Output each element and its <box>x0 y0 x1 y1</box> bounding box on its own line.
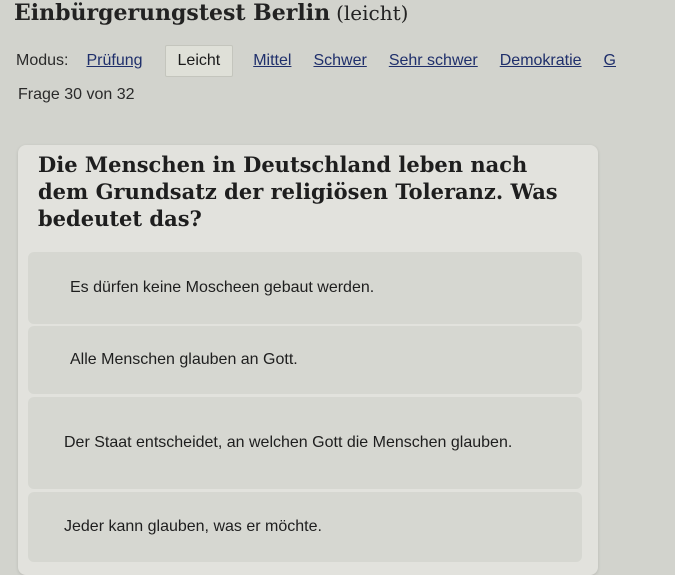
answer-option-3-label: Der Staat entscheidet, an welchen Gott d… <box>64 434 513 451</box>
answer-option-1[interactable]: Es dürfen keine Moscheen gebaut werden. <box>28 252 582 324</box>
page-title-text: Einbürgerungstest Berlin <box>14 0 331 26</box>
question-text: Die Menschen in Deutschland leben nach d… <box>38 152 558 231</box>
answer-option-3[interactable]: Der Staat entscheidet, an welchen Gott d… <box>28 397 582 489</box>
answer-option-4-label: Jeder kann glauben, was er möchte. <box>64 518 322 535</box>
mode-link-sehr-schwer[interactable]: Sehr schwer <box>389 52 478 70</box>
answer-option-2[interactable]: Alle Menschen glauben an Gott. <box>28 326 582 394</box>
question-card: Die Menschen in Deutschland leben nach d… <box>18 145 598 575</box>
mode-link-demokratie[interactable]: Demokratie <box>500 52 582 70</box>
mode-link-schwer[interactable]: Schwer <box>313 52 366 70</box>
mode-link-mittel[interactable]: Mittel <box>253 52 291 70</box>
mode-label: Modus: <box>16 52 69 69</box>
mode-button-leicht-active[interactable]: Leicht <box>164 45 234 77</box>
answer-option-2-label: Alle Menschen glauben an Gott. <box>70 351 298 368</box>
answer-option-1-label: Es dürfen keine Moscheen gebaut werden. <box>70 279 375 296</box>
mode-link-pruefung[interactable]: Prüfung <box>86 52 142 70</box>
page-subtitle: (leicht) <box>336 1 409 25</box>
page-title: Einbürgerungstest Berlin (leicht) <box>14 0 408 26</box>
mode-link-g[interactable]: G <box>604 52 616 70</box>
answer-option-4[interactable]: Jeder kann glauben, was er möchte. <box>28 492 582 562</box>
mode-selector: Modus: Prüfung Leicht Mittel Schwer Sehr… <box>16 43 638 79</box>
question-counter: Frage 30 von 32 <box>18 86 135 103</box>
